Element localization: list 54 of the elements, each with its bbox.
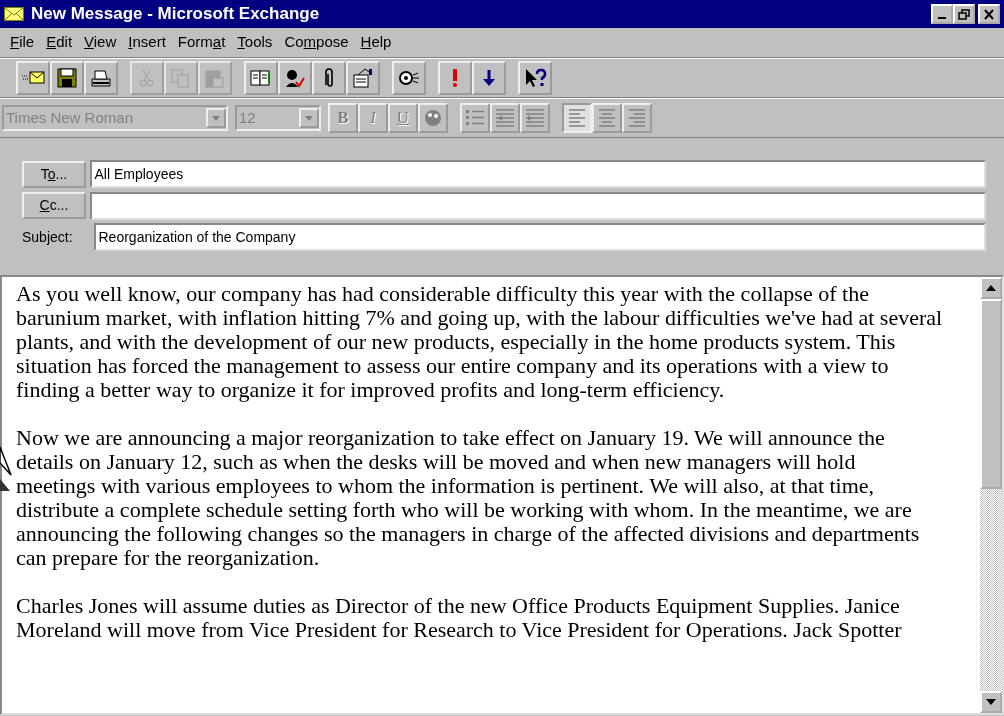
to-field[interactable]: All Employees: [89, 160, 986, 188]
dropdown-icon: [305, 115, 313, 121]
message-paragraph: Now we are announcing a major reorganization to take effect on January 19. We will announce the details on January 12, such as when the desks will be moved and when new managers will hold meetings with various employees to whom the information is pertinent. We will also, at that time, distribute a complete schedule setting forth who will be working with whom. In the meantime, we are announcing the following changes so the managers in charge of the affected divisions and departments can prepare for the reorganization.: [16, 426, 921, 570]
scrollbar[interactable]: [980, 277, 1002, 713]
scroll-up-icon[interactable]: [986, 285, 996, 291]
toolbar-button[interactable]: [50, 61, 84, 95]
toolbar-button[interactable]: [346, 61, 380, 95]
cc-button[interactable]: Cc...: [22, 192, 86, 219]
exclamation-icon: [452, 68, 458, 88]
menu-item[interactable]: View: [78, 31, 123, 54]
properties-icon: [351, 67, 375, 89]
close-icon: [983, 8, 995, 20]
book-icon: [249, 67, 273, 89]
menu-item[interactable]: Tools: [231, 31, 279, 54]
minimize-icon: [937, 17, 946, 19]
save-icon: [55, 67, 79, 89]
menu-item[interactable]: Insert: [122, 31, 172, 54]
subject-field[interactable]: Reorganization of the Company: [93, 223, 986, 251]
toolbar-button[interactable]: [84, 61, 118, 95]
align-center-icon: [596, 107, 618, 129]
to-button[interactable]: To...: [22, 160, 86, 188]
align-left-icon: [566, 107, 588, 129]
message-paragraph: As you well know, our company has had considerable difficulty this year with the collapse of the barunium market, with inflation hitting 7% and going up, with the labour difficulties we've had at several plants, and with the development of our new products, especially in the home products system. This situation has forced the management to assess our entire company and its operations with a view to finding a better way to organize it for improved profits and long-term efficiency.: [16, 282, 944, 402]
cc-field[interactable]: [89, 191, 986, 220]
restore-button[interactable]: [952, 4, 975, 24]
close-button[interactable]: [978, 4, 1000, 24]
indent-icon: [524, 107, 546, 129]
palette-icon: [422, 107, 444, 129]
menu-item[interactable]: Compose: [278, 31, 355, 54]
toolbar-button[interactable]: [392, 61, 426, 95]
toolbar-button[interactable]: [472, 61, 506, 95]
envelope-icon: [4, 7, 24, 21]
window-title: New Message - Microsoft Exchange: [31, 3, 320, 26]
printer-icon: [89, 67, 113, 89]
toolbar-button[interactable]: [244, 61, 278, 95]
scroll-down-icon[interactable]: [986, 699, 996, 705]
menu-item[interactable]: Help: [354, 31, 398, 54]
toolbar-button[interactable]: [312, 61, 346, 95]
person-check-icon: [283, 67, 307, 89]
menu-item[interactable]: Format: [171, 31, 232, 54]
subject-label: Subject:: [22, 227, 74, 247]
toolbar-button[interactable]: [278, 61, 312, 95]
outdent-icon: [494, 107, 516, 129]
paste-icon: [203, 67, 227, 89]
down-arrow-icon: [482, 69, 496, 87]
menu-item[interactable]: File: [4, 31, 41, 54]
minimize-button[interactable]: [930, 4, 953, 24]
toolbar-button[interactable]: [518, 61, 552, 95]
message-paragraph: Charles Jones will assume duties as Director of the new Office Products Equipment Supplies. Janice Moreland will move from Vice President for Research to Vice President for Operations. Jack Spotter: [16, 594, 903, 642]
restore-icon: [957, 8, 970, 20]
menu-item[interactable]: Edit: [40, 31, 79, 54]
help-icon: [523, 67, 547, 89]
dropdown-icon: [212, 115, 220, 121]
align-right-icon: [626, 107, 648, 129]
